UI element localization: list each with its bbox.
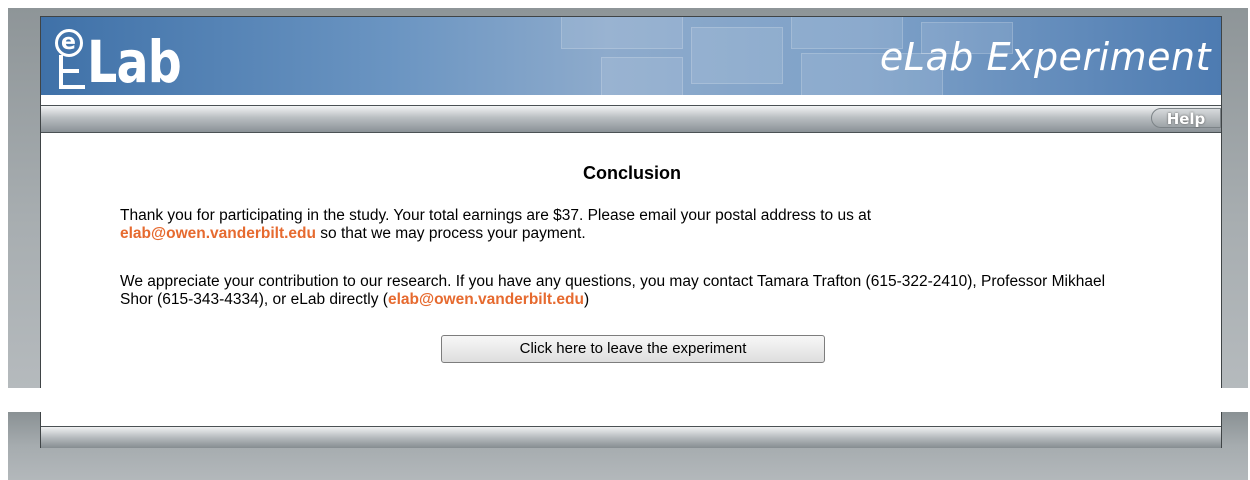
contact-text-end: ) [583, 291, 590, 308]
contact-text: We appreciate your contribution to our r… [120, 273, 1106, 308]
toolbar: Help [41, 105, 1221, 133]
page-title: Conclusion [583, 163, 681, 183]
earnings-text: Thank you for participating in the study… [120, 207, 872, 224]
elab-logo: e Lab [53, 21, 202, 91]
experiment-window: e Lab eLab Experiment Help Conclusion Th… [40, 16, 1222, 388]
contact-paragraph: We appreciate your contribution to our r… [120, 273, 1120, 309]
email-link-2[interactable]: elab@owen.vanderbilt.edu [388, 291, 584, 308]
header-title: eLab Experiment [879, 35, 1211, 79]
earnings-paragraph: Thank you for participating in the study… [120, 207, 1120, 243]
help-button[interactable]: Help [1151, 108, 1221, 128]
email-link[interactable]: elab@owen.vanderbilt.edu [120, 225, 316, 242]
experiment-window-footer [40, 412, 1222, 448]
header-banner: e Lab eLab Experiment [41, 17, 1221, 95]
elab-e-logo-icon: e [53, 29, 87, 91]
logo-text: Lab [87, 28, 182, 95]
leave-experiment-button[interactable]: Click here to leave the experiment [441, 335, 825, 363]
payment-text: so that we may process your payment. [315, 225, 586, 242]
footer-bar [41, 426, 1221, 448]
